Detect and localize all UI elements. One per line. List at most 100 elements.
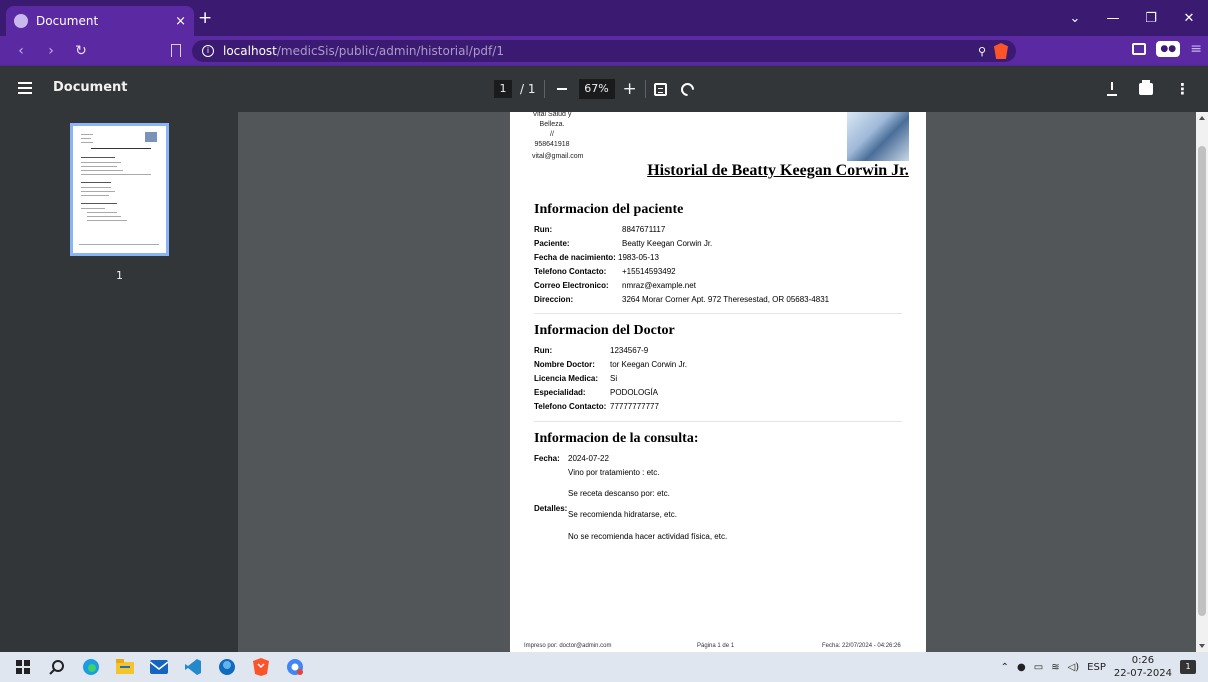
zoom-input[interactable]: 67% (578, 79, 615, 99)
browser-tab[interactable]: Document × (6, 6, 194, 36)
field-label: Paciente: (534, 239, 570, 248)
notification-icon[interactable]: 1 (1180, 660, 1196, 674)
patient-row: Run: 8847671117 (534, 225, 665, 234)
patient-section-title: Informacion del paciente (534, 202, 684, 217)
magnifier-icon[interactable]: ⚲ (978, 45, 986, 58)
field-value: Beatty Keegan Corwin Jr. (622, 239, 713, 248)
patient-row: Telefono Contacto: +15514593492 (534, 267, 676, 276)
doctor-row: Licencia Medica: Si (534, 374, 617, 383)
chevron-up-icon[interactable]: ⌃ (1001, 662, 1009, 673)
more-options-icon[interactable]: ⋮ (1175, 80, 1190, 98)
field-value: 1234567-9 (610, 346, 649, 355)
wifi-icon[interactable]: ≋ (1051, 662, 1059, 673)
leo-icon[interactable]: ●● (1156, 41, 1181, 57)
download-icon[interactable] (1107, 82, 1117, 96)
fit-page-icon[interactable] (653, 82, 667, 96)
patient-row: Correo Electronico: nmraz@example.net (534, 281, 696, 290)
section-divider (534, 421, 902, 422)
field-value: Si (610, 374, 618, 383)
patient-row: Direccion: 3264 Morar Corner Apt. 972 The… (534, 295, 829, 304)
field-label: Run: (534, 346, 553, 355)
clock[interactable]: 0:26 22-07-2024 (1114, 654, 1172, 680)
globe-icon (14, 14, 28, 28)
microphone-icon[interactable]: ● (1017, 662, 1026, 673)
chrome-app-icon[interactable] (280, 652, 310, 682)
back-arrow-icon[interactable]: ‹ (10, 43, 32, 59)
field-label: Telefono Contacto: (534, 267, 607, 276)
clinic-info: Vital Salud y Belleza. // 958641918 (532, 112, 572, 150)
field-label: Run: (534, 225, 553, 234)
hamburger-menu-icon[interactable] (18, 82, 32, 97)
browser-menu-icon[interactable]: ≡ (1190, 41, 1202, 57)
window-controls: ⌄ — ❐ ✕ (1056, 0, 1208, 36)
volume-icon[interactable]: ◁) (1068, 662, 1080, 673)
field-label: Especialidad: (534, 388, 586, 397)
clinic-email: vital@gmail.com (532, 153, 584, 160)
pdf-viewport[interactable]: Vital Salud y Belleza. // 958641918 vita… (238, 112, 1196, 652)
zoom-in-icon[interactable]: + (623, 79, 637, 99)
field-label: Correo Electronico: (534, 281, 609, 290)
minimize-button[interactable]: — (1094, 11, 1132, 26)
field-value: tor Keegan Corwin Jr. (610, 360, 687, 369)
document-heading: Historial de Beatty Keegan Corwin Jr. (647, 162, 909, 179)
system-tray: ⌃ ● ▭ ≋ ◁) ESP 0:26 22-07-2024 1 (1001, 652, 1196, 682)
field-label: Fecha: (534, 454, 560, 463)
divider (543, 80, 545, 98)
url-path: /medicSis/public/admin/historial/pdf/1 (276, 44, 504, 58)
language-indicator[interactable]: ESP (1087, 662, 1106, 673)
site-info-icon[interactable]: i (202, 45, 214, 57)
page-thumbnail[interactable] (70, 123, 169, 256)
zoom-out-icon[interactable] (556, 88, 567, 90)
tab-close-button[interactable]: × (175, 14, 186, 29)
field-label: Nombre Doctor: (534, 360, 595, 369)
bookmark-icon[interactable] (171, 44, 181, 57)
consulta-line: Se recomienda hidratarse, etc. (568, 510, 677, 519)
consulta-line: Vino por tratamiento : etc. (568, 468, 660, 477)
mail-icon[interactable] (144, 652, 174, 682)
file-explorer-icon[interactable] (110, 652, 140, 682)
edge-icon[interactable] (76, 652, 106, 682)
scroll-down-arrow-icon[interactable] (1199, 644, 1205, 648)
brave-shields-icon[interactable] (994, 43, 1008, 59)
print-icon[interactable] (1139, 80, 1153, 95)
pdf-page: Vital Salud y Belleza. // 958641918 vita… (510, 112, 926, 652)
page-number-input[interactable]: 1 (494, 80, 512, 98)
clinic-name: Vital Salud y Belleza. (532, 112, 572, 128)
tab-search-icon[interactable]: ⌄ (1056, 11, 1094, 26)
footer-page: Página 1 de 1 (697, 643, 735, 649)
forward-arrow-icon[interactable]: › (40, 43, 62, 59)
windows-start-icon[interactable] (8, 652, 38, 682)
scroll-up-arrow-icon[interactable] (1199, 116, 1205, 120)
consulta-section-title: Informacion de la consulta: (534, 431, 699, 446)
vscode-icon[interactable] (178, 652, 208, 682)
scroll-thumb[interactable] (1198, 146, 1206, 616)
sidebar-toggle-icon[interactable] (1132, 43, 1147, 55)
rotate-icon[interactable] (678, 79, 697, 99)
vertical-scrollbar[interactable] (1196, 112, 1208, 652)
new-tab-button[interactable]: + (198, 8, 212, 28)
app-blue-icon[interactable] (212, 652, 242, 682)
clinic-photo (847, 112, 909, 161)
maximize-button[interactable]: ❐ (1132, 11, 1170, 26)
footer-date: Fecha: 22/07/2024 - 04:26:26 (822, 643, 901, 649)
detalles-label: Detalles: (534, 504, 568, 513)
url-host: localhost (223, 44, 277, 58)
field-value: nmraz@example.net (622, 281, 696, 290)
field-value: PODOLOGÍA (610, 388, 659, 397)
battery-icon[interactable]: ▭ (1034, 662, 1043, 673)
field-value: 3264 Morar Corner Apt. 972 Theresestad, … (622, 295, 830, 304)
doctor-row: Nombre Doctor: tor Keegan Corwin Jr. (534, 360, 687, 369)
windows-taskbar: ⌃ ● ▭ ≋ ◁) ESP 0:26 22-07-2024 1 (0, 652, 1208, 682)
field-value: 77777777777 (610, 402, 659, 411)
field-label: Telefono Contacto: (534, 402, 607, 411)
search-icon[interactable] (42, 652, 72, 682)
brave-browser-icon[interactable] (246, 652, 276, 682)
reload-icon[interactable]: ↻ (70, 43, 92, 59)
consulta-line: No se recomienda hacer actividad física,… (568, 532, 728, 541)
url-bar[interactable]: i localhost/medicSis/public/admin/histor… (192, 40, 1016, 62)
tab-title: Document (36, 14, 99, 28)
page-total: / 1 (520, 82, 536, 96)
consulta-line: Se receta descanso por: etc. (568, 489, 670, 498)
close-window-button[interactable]: ✕ (1170, 11, 1208, 26)
pdf-actions: ⋮ (1107, 80, 1190, 98)
